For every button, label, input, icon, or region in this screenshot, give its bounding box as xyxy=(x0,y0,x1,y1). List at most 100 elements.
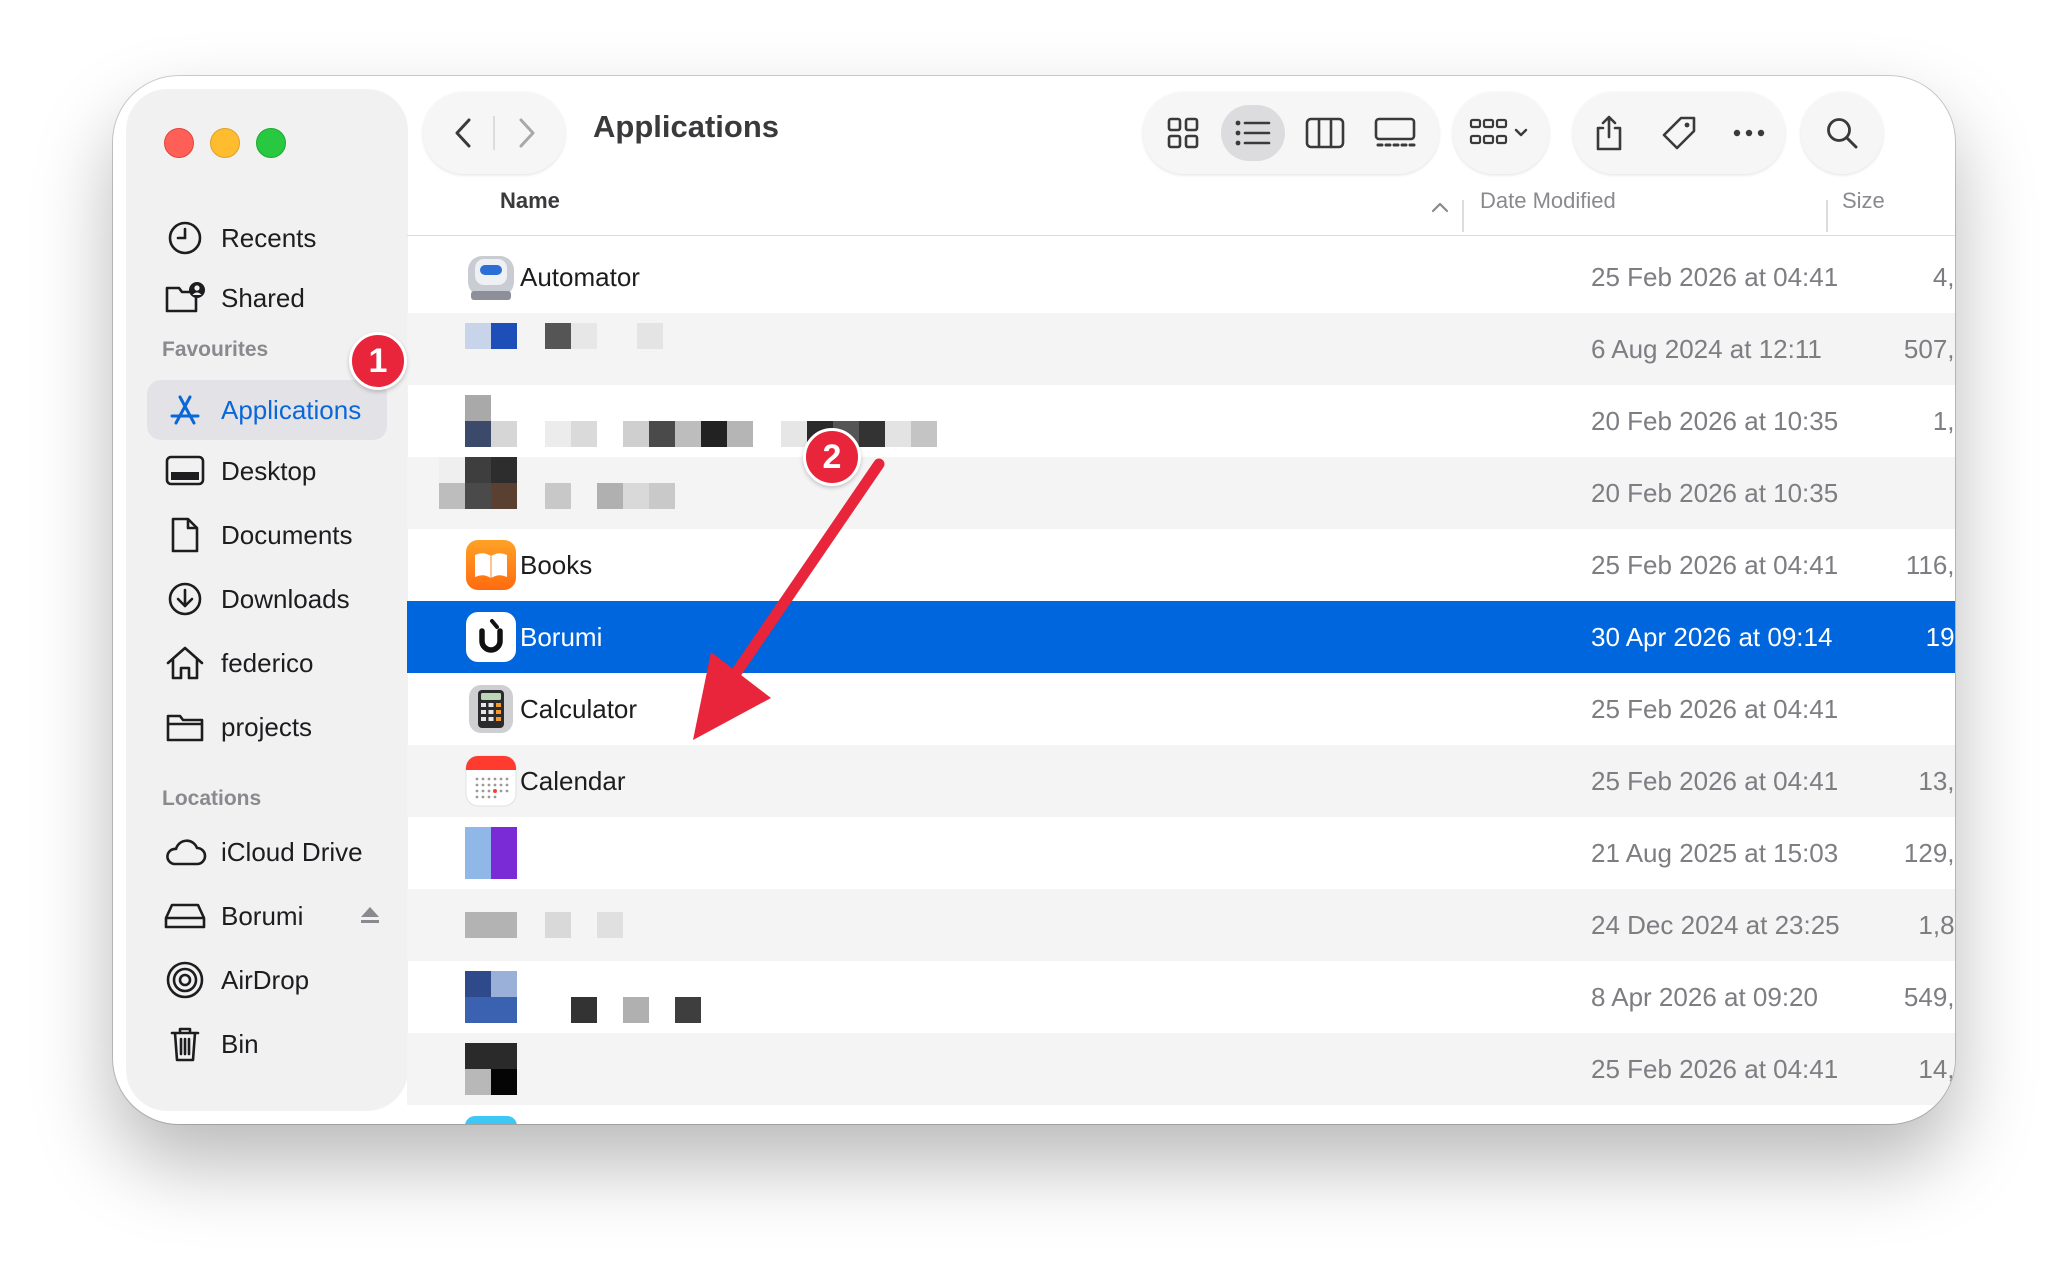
file-row-borumi[interactable]: Borumi 30 Apr 2026 at 09:14 191 xyxy=(407,601,1955,673)
eject-icon[interactable] xyxy=(359,901,381,932)
file-row-redacted[interactable]: 25 Feb 2026 at 04:41 14,1 xyxy=(407,1033,1955,1105)
file-row-redacted[interactable]: 8 Apr 2026 at 09:20 549,1 xyxy=(407,961,1955,1033)
redacted-block xyxy=(465,457,491,483)
ellipsis-icon xyxy=(1733,129,1765,137)
sidebar-item-airdrop[interactable]: AirDrop xyxy=(147,950,387,1010)
file-date: 6 Aug 2024 at 12:11 xyxy=(1591,334,1822,364)
minimize-window-button[interactable] xyxy=(210,128,240,158)
zoom-window-button[interactable] xyxy=(256,128,286,158)
sidebar-item-label: Documents xyxy=(221,519,353,550)
applications-icon xyxy=(163,388,207,432)
sidebar-item-label: projects xyxy=(221,711,313,742)
sidebar-item-bin[interactable]: Bin xyxy=(147,1014,387,1074)
file-date: 25 Feb 2026 at 04:41 xyxy=(1591,262,1839,292)
sidebar-item-desktop[interactable]: Desktop xyxy=(147,441,387,501)
sidebar-item-label: Shared xyxy=(221,282,305,313)
search-icon xyxy=(1810,105,1874,161)
share-button[interactable] xyxy=(1577,105,1641,161)
trash-icon xyxy=(163,1022,207,1066)
sidebar-item-icloud-drive[interactable]: iCloud Drive xyxy=(147,822,387,882)
file-date: 25 Feb 2026 at 04:41 xyxy=(1591,1054,1839,1084)
file-row-redacted[interactable]: 6 Aug 2024 at 12:11 507,4 xyxy=(407,313,1955,385)
redacted-block xyxy=(571,997,597,1023)
name-column-header[interactable]: Name xyxy=(500,188,560,214)
folder-icon xyxy=(163,705,207,749)
more-button[interactable] xyxy=(1717,105,1781,161)
redacted-block xyxy=(597,912,623,938)
list-view-icon xyxy=(1235,120,1271,146)
calendar-app-icon xyxy=(465,755,517,807)
redacted-app-icon xyxy=(465,971,517,1023)
file-date: 20 Feb 2026 at 10:35 xyxy=(1591,406,1839,436)
sidebar-item-downloads[interactable]: Downloads xyxy=(147,569,387,629)
file-size: 1,4 xyxy=(1932,406,1955,436)
sidebar-item-documents[interactable]: Documents xyxy=(147,505,387,565)
file-row-redacted[interactable]: 20 Feb 2026 at 10:35 xyxy=(407,457,1955,529)
redacted-block xyxy=(439,483,465,509)
sidebar-item-recents[interactable]: Recents xyxy=(147,208,387,268)
file-row-calculator[interactable]: Calculator 25 Feb 2026 at 04:41 6 xyxy=(407,673,1955,745)
clock-icon xyxy=(163,216,207,260)
redacted-block xyxy=(545,912,571,938)
drive-icon xyxy=(163,894,207,938)
column-separator[interactable] xyxy=(1462,200,1464,232)
list-view-button[interactable] xyxy=(1221,105,1285,161)
sort-ascending-icon[interactable] xyxy=(1431,201,1449,213)
tag-button[interactable] xyxy=(1647,105,1711,161)
file-date: 24 Dec 2024 at 23:25 xyxy=(1591,910,1840,940)
redacted-block xyxy=(465,912,517,938)
sidebar: Recents Shared Favourites Applications D… xyxy=(127,90,407,1110)
tag-icon xyxy=(1662,116,1696,150)
back-button[interactable] xyxy=(439,109,487,157)
chevron-left-icon xyxy=(455,118,471,148)
file-date: 8 Apr 2026 at 09:20 xyxy=(1591,982,1818,1012)
file-date: 30 Apr 2026 at 09:14 xyxy=(1591,622,1833,652)
file-size: 14,1 xyxy=(1918,1054,1955,1084)
sidebar-item-applications[interactable]: Applications xyxy=(147,380,387,440)
sidebar-item-projects[interactable]: projects xyxy=(147,697,387,757)
sidebar-item-label: Bin xyxy=(221,1028,259,1059)
sidebar-item-borumi-drive[interactable]: Borumi xyxy=(147,886,387,946)
file-size: 4,8 xyxy=(1932,262,1955,292)
file-size: 1,86 xyxy=(1918,910,1955,940)
shared-folder-icon xyxy=(163,276,207,320)
column-separator[interactable] xyxy=(1826,200,1828,232)
chevron-right-icon xyxy=(519,118,535,148)
file-date: 25 Feb 2026 at 04:41 xyxy=(1591,766,1839,796)
favourites-heading: Favourites xyxy=(162,338,269,361)
borumi-app-icon xyxy=(465,611,517,663)
redacted-block xyxy=(465,483,491,509)
navigation-buttons xyxy=(423,92,565,174)
file-name: Borumi xyxy=(520,622,603,652)
sidebar-item-label: federico xyxy=(221,647,314,678)
download-icon xyxy=(163,577,207,621)
file-date: 20 Feb 2026 at 10:35 xyxy=(1591,478,1839,508)
redacted-block xyxy=(491,483,517,509)
file-row-redacted[interactable]: 20 Feb 2026 at 10:35 1,4 xyxy=(407,385,1955,457)
redacted-block xyxy=(545,483,571,509)
date-modified-column-header[interactable]: Date Modified xyxy=(1480,188,1616,214)
redacted-block xyxy=(545,323,571,349)
file-row-redacted[interactable]: 21 Aug 2025 at 15:03 129,7 xyxy=(407,817,1955,889)
file-row-books[interactable]: Books 25 Feb 2026 at 04:41 116,8 xyxy=(407,529,1955,601)
file-row-automator[interactable]: Automator 25 Feb 2026 at 04:41 4,8 xyxy=(407,241,1955,313)
icon-view-button[interactable] xyxy=(1151,105,1215,161)
file-row-calendar[interactable]: Calendar 25 Feb 2026 at 04:41 13,6 xyxy=(407,745,1955,817)
redacted-block xyxy=(597,483,623,509)
home-icon xyxy=(163,641,207,685)
sidebar-item-shared[interactable]: Shared xyxy=(147,268,387,328)
sidebar-item-federico[interactable]: federico xyxy=(147,633,387,693)
gallery-view-button[interactable] xyxy=(1363,105,1427,161)
forward-button[interactable] xyxy=(503,109,551,157)
file-name: Automator xyxy=(520,262,640,292)
file-row-redacted[interactable]: 24 Dec 2024 at 23:25 1,86 xyxy=(407,889,1955,961)
size-column-header[interactable]: Size xyxy=(1842,188,1885,214)
column-view-button[interactable] xyxy=(1293,105,1357,161)
view-mode-group xyxy=(1143,92,1439,174)
close-window-button[interactable] xyxy=(164,128,194,158)
search-button[interactable] xyxy=(1801,92,1883,174)
group-by-button[interactable] xyxy=(1453,92,1549,174)
file-name: Calculator xyxy=(520,694,638,724)
header-divider xyxy=(407,235,1955,236)
partial-app-icon xyxy=(465,1116,517,1124)
